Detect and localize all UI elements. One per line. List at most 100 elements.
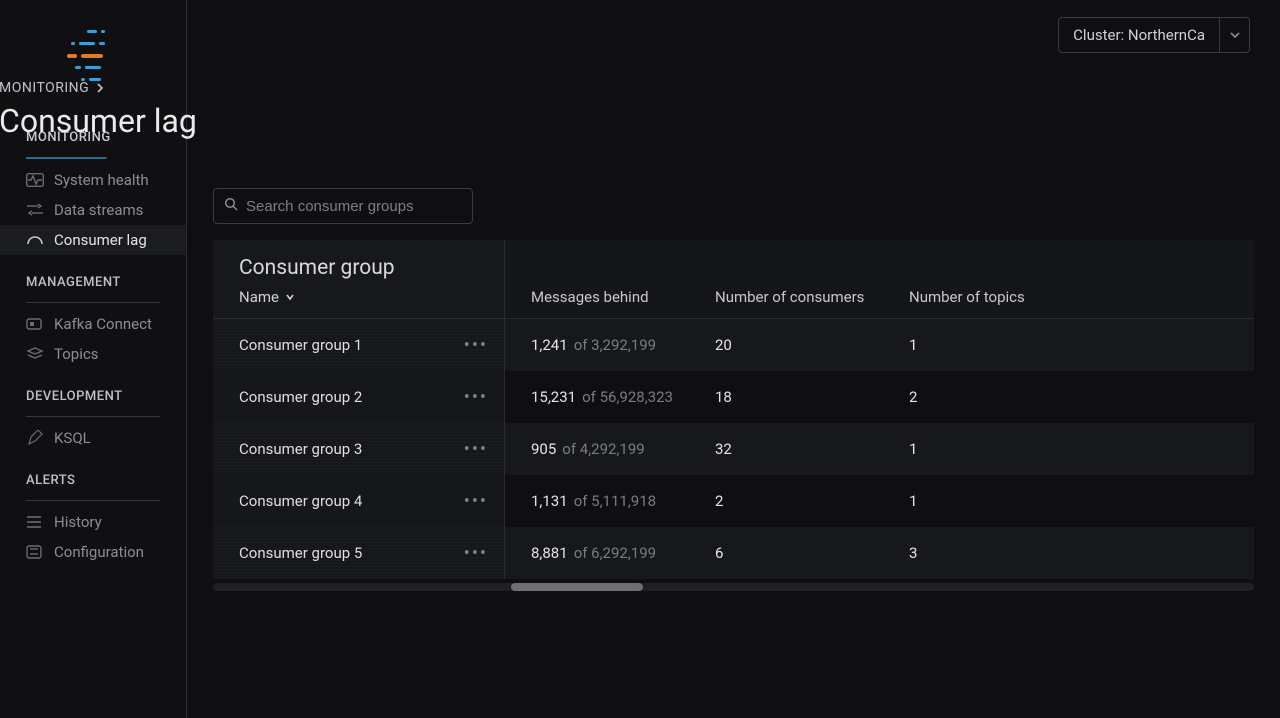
table-header: Consumer group Name Messages behind Numb… (213, 240, 1254, 319)
table-row[interactable]: Consumer group 5 ••• 8,881 of 6,292,199 63 (213, 527, 1254, 579)
row-actions-icon[interactable]: ••• (458, 543, 494, 564)
messages-total: of 3,292,199 (574, 336, 656, 354)
section-underline (26, 500, 160, 501)
sidebar-item-history[interactable]: History (0, 507, 186, 537)
sort-by-name[interactable]: Name (239, 288, 504, 306)
section-underline (26, 416, 160, 417)
sidebar-item-ksql[interactable]: KSQL (0, 423, 186, 453)
streams-icon (26, 202, 44, 218)
section-underline (26, 302, 160, 303)
group-name: Consumer group 1 (239, 336, 362, 354)
sidebar-item-label: System health (54, 171, 149, 189)
cell-messages: 8,881 of 6,292,199 (505, 527, 689, 579)
sort-label: Name (239, 288, 279, 306)
sidebar-item-configuration[interactable]: Configuration (0, 537, 186, 567)
messages-behind: 8,881 (531, 544, 568, 562)
list-icon (26, 514, 44, 530)
group-name: Consumer group 3 (239, 440, 362, 458)
search-input-wrap[interactable] (213, 188, 473, 224)
cell-messages: 15,231 of 56,928,323 (505, 371, 689, 423)
row-actions-icon[interactable]: ••• (458, 491, 494, 512)
cell-consumers: 20 (689, 319, 883, 371)
table-body: Consumer group 1•••1,241of 3,292,199201C… (213, 319, 1254, 579)
cell-consumers: 6 (689, 527, 883, 579)
table-row[interactable]: Consumer group 3 ••• 905 of 4,292,199 321 (213, 423, 1254, 475)
sidebar-section-management: MANAGEMENT (0, 255, 186, 298)
sidebar-item-label: Topics (54, 345, 98, 363)
messages-behind: 1,241 (531, 336, 568, 354)
cell-topics: 1 (883, 475, 1254, 527)
sidebar-item-topics[interactable]: Topics (0, 339, 186, 369)
group-header-title: Consumer group (239, 256, 504, 280)
sidebar-item-data-streams[interactable]: Data streams (0, 195, 186, 225)
scrollbar-thumb[interactable] (511, 583, 643, 591)
chevron-down-icon (285, 292, 295, 302)
column-header-group: Consumer group Name (213, 240, 505, 318)
search-input[interactable] (246, 198, 462, 215)
cell-consumers: 2 (689, 475, 883, 527)
sidebar-section-alerts: ALERTS (0, 453, 186, 496)
gauge-icon (26, 232, 44, 248)
cell-messages: 1,131 of 5,111,918 (505, 475, 689, 527)
table-row[interactable]: Consumer group 1 ••• 1,241 of 3,292,199 201 (213, 319, 1254, 371)
cluster-selector[interactable]: Cluster: NorthernCa (1058, 17, 1250, 53)
messages-total: of 6,292,199 (574, 544, 656, 562)
table-row[interactable]: Consumer group 4 ••• 1,131 of 5,111,918 21 (213, 475, 1254, 527)
group-name: Consumer group 5 (239, 544, 362, 562)
sidebar-item-label: History (54, 513, 102, 531)
cell-topics: 1 (883, 319, 1254, 371)
row-actions-icon[interactable]: ••• (458, 439, 494, 460)
sidebar-item-label: Configuration (54, 543, 144, 561)
breadcrumb[interactable]: MONITORING (0, 80, 1280, 96)
sidebar-item-label: Consumer lag (54, 231, 147, 249)
search-icon (224, 197, 238, 215)
column-header-messages[interactable]: Messages behind (505, 240, 689, 318)
stack-icon (26, 346, 44, 362)
row-actions-icon[interactable]: ••• (458, 387, 494, 408)
plug-icon (26, 316, 44, 332)
sidebar-item-system-health[interactable]: System health (0, 165, 186, 195)
cell-consumers: 18 (689, 371, 883, 423)
cell-messages: 905 of 4,292,199 (505, 423, 689, 475)
pen-icon (26, 430, 44, 446)
cell-group: Consumer group 2 ••• (213, 371, 505, 423)
main-content: Cluster: NorthernCa MONITORING Consumer … (187, 0, 1280, 718)
messages-behind: 15,231 (531, 388, 576, 406)
cell-group: Consumer group 1 ••• (213, 319, 505, 371)
topbar: Cluster: NorthernCa (187, 0, 1280, 70)
sliders-icon (26, 544, 44, 560)
messages-total: of 4,292,199 (562, 440, 644, 458)
cell-messages: 1,241 of 3,292,199 (505, 319, 689, 371)
messages-total: of 56,928,323 (582, 388, 673, 406)
group-name: Consumer group 4 (239, 492, 362, 510)
page-title: Consumer lag (0, 102, 1280, 140)
table-row[interactable]: Consumer group 2 ••• 15,231 of 56,928,323 18… (213, 371, 1254, 423)
sidebar-item-label: KSQL (54, 429, 91, 447)
horizontal-scrollbar[interactable] (213, 583, 1254, 591)
cell-group: Consumer group 3 ••• (213, 423, 505, 475)
cell-topics: 1 (883, 423, 1254, 475)
column-header-topics[interactable]: Number of topics (883, 240, 1254, 318)
chevron-down-icon (1219, 18, 1249, 52)
group-name: Consumer group 2 (239, 388, 362, 406)
cell-group: Consumer group 4 ••• (213, 475, 505, 527)
sidebar-item-label: Data streams (54, 201, 143, 219)
sidebar-section-development: DEVELOPMENT (0, 369, 186, 412)
pulse-icon (26, 172, 44, 188)
chevron-right-icon (95, 83, 105, 93)
messages-total: of 5,111,918 (574, 492, 656, 510)
consumer-groups-table: Consumer group Name Messages behind Numb… (213, 240, 1254, 591)
messages-behind: 905 (531, 440, 556, 458)
sidebar-item-label: Kafka Connect (54, 315, 152, 333)
row-actions-icon[interactable]: ••• (458, 335, 494, 356)
sidebar-item-consumer-lag[interactable]: Consumer lag (0, 225, 186, 255)
cell-consumers: 32 (689, 423, 883, 475)
sidebar-item-kafka-connect[interactable]: Kafka Connect (0, 309, 186, 339)
breadcrumb-label: MONITORING (0, 80, 89, 96)
cluster-selector-label: Cluster: NorthernCa (1059, 18, 1219, 52)
messages-behind: 1,131 (531, 492, 568, 510)
cell-group: Consumer group 5 ••• (213, 527, 505, 579)
cell-topics: 3 (883, 527, 1254, 579)
column-header-consumers[interactable]: Number of consumers (689, 240, 883, 318)
cell-topics: 2 (883, 371, 1254, 423)
